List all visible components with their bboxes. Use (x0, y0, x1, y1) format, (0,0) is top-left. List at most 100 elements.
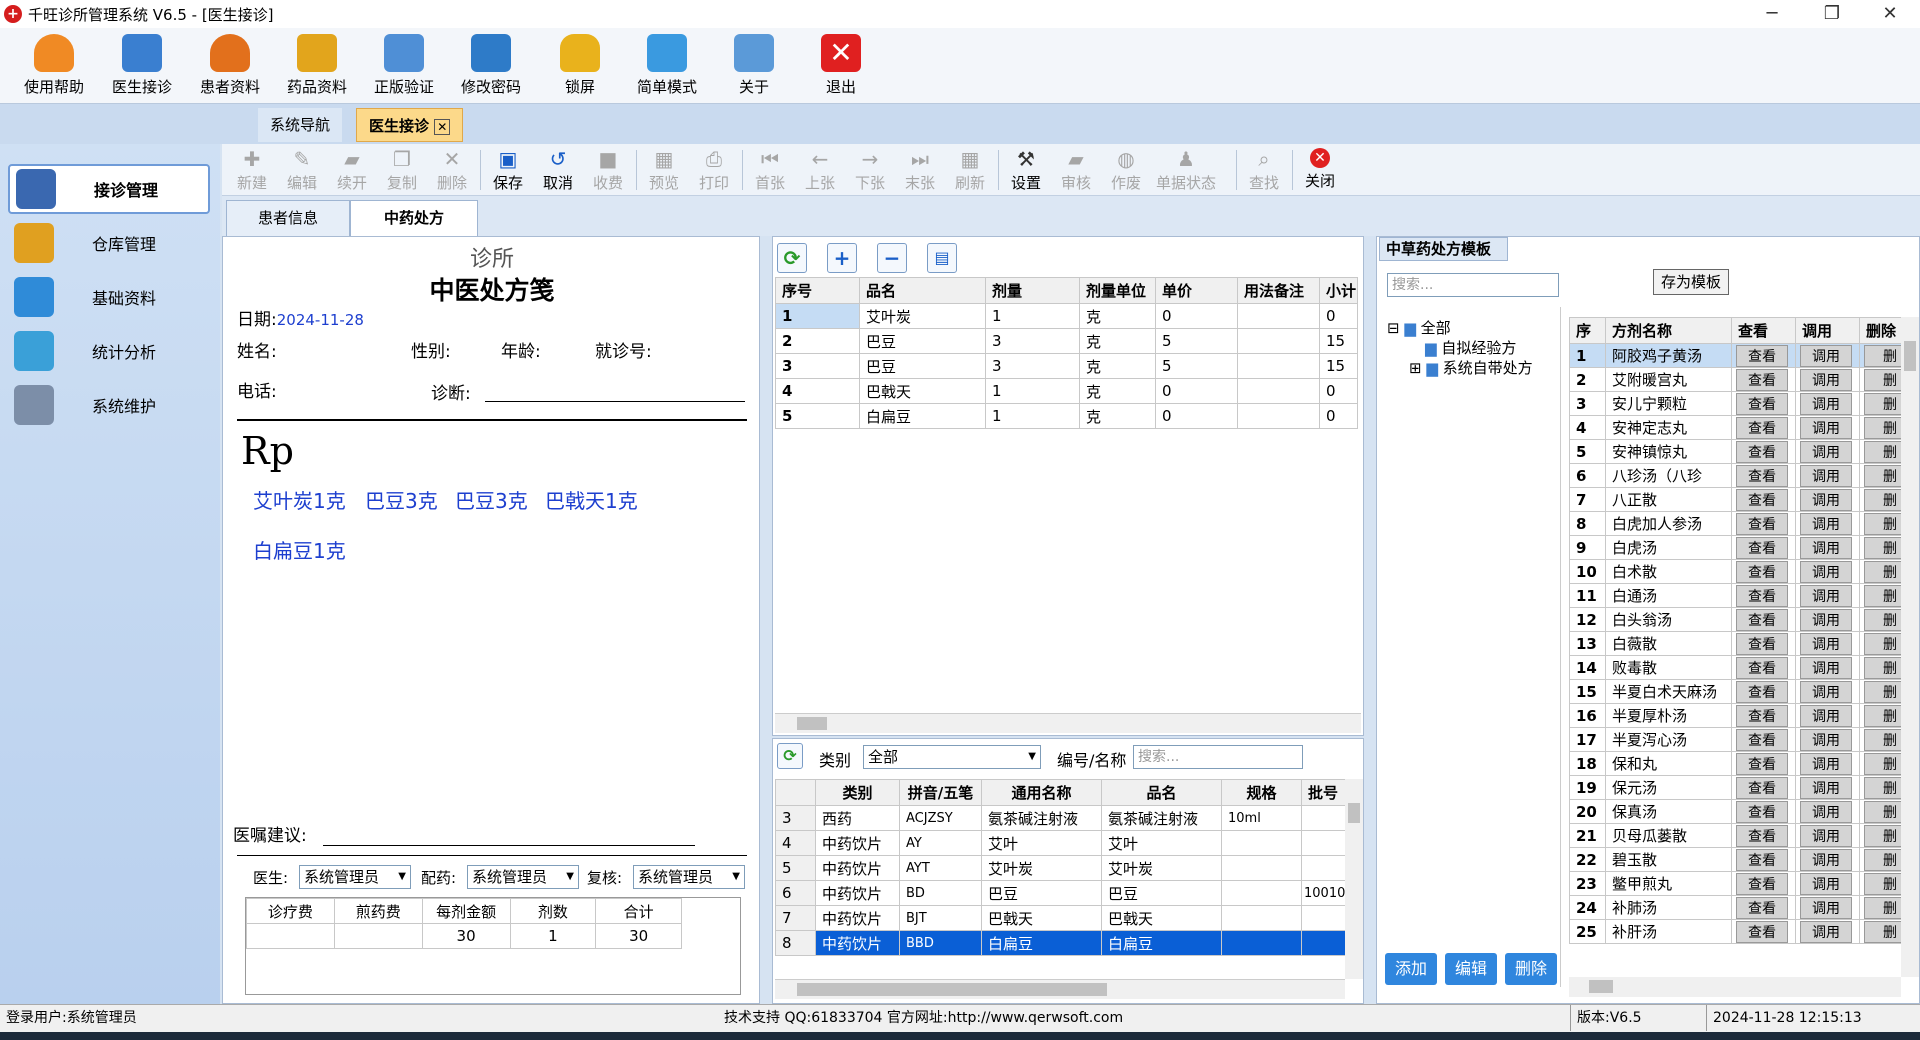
table-row[interactable]: 24 补肺汤 查看 调用删 (1569, 895, 1917, 920)
cell[interactable]: 艾叶炭 (859, 303, 986, 329)
view-button[interactable]: 查看 (1736, 536, 1788, 559)
col-header[interactable]: 序号 (775, 277, 860, 304)
table-row[interactable]: 6 八珍汤（八珍 查看 调用删 (1569, 463, 1917, 488)
preview-button[interactable]: ▦ 预览 (642, 148, 686, 193)
nav-maintenance[interactable]: 系统维护 (8, 380, 210, 430)
cell[interactable]: 鳖甲煎丸 (1605, 871, 1732, 896)
call-button[interactable]: 调用 (1800, 728, 1852, 751)
view-button[interactable]: 查看 (1736, 464, 1788, 487)
table-row[interactable]: 25 补肝汤 查看 调用删 (1569, 919, 1917, 944)
last-button[interactable]: ⏭ 末张 (898, 148, 942, 193)
view-button[interactable]: 查看 (1736, 776, 1788, 799)
refresh-drugs-icon[interactable]: ⟳ (777, 743, 803, 769)
cell[interactable]: 八珍汤（八珍 (1605, 463, 1732, 488)
close-button[interactable]: ✕ 关闭 (1298, 148, 1342, 191)
save-template-button[interactable]: 存为模板 (1653, 269, 1729, 295)
cell[interactable] (1301, 805, 1348, 831)
cell[interactable]: 克 (1079, 328, 1156, 354)
view-button[interactable]: 查看 (1736, 584, 1788, 607)
cell[interactable]: 0 (1155, 303, 1238, 329)
table-row[interactable]: 10 白术散 查看 调用删 (1569, 559, 1917, 584)
cell[interactable]: 巴戟天 (981, 905, 1102, 931)
tab-doctor-visit[interactable]: 医生接诊 ✕ (356, 108, 464, 142)
cell[interactable] (1237, 378, 1320, 404)
col-header[interactable]: 类别 (815, 779, 900, 806)
cell[interactable]: 保元汤 (1605, 775, 1732, 800)
row-number[interactable]: 16 (1569, 703, 1606, 728)
table-row[interactable]: 7 中药饮片 BJT 巴戟天 巴戟天 (775, 905, 1348, 931)
exit-button[interactable]: ✕ 退出 (801, 34, 881, 97)
row-number[interactable]: 4 (1569, 415, 1606, 440)
call-button[interactable]: 调用 (1800, 488, 1852, 511)
view-button[interactable]: 查看 (1736, 896, 1788, 919)
table-row[interactable]: 2 艾附暖宫丸 查看 调用删 (1569, 367, 1917, 392)
table-row[interactable]: 5 中药饮片 AYT 艾叶炭 艾叶炭 (775, 855, 1348, 881)
next-button[interactable]: → 下张 (848, 148, 892, 193)
cell[interactable]: 白扁豆 (1101, 930, 1222, 956)
cell[interactable]: BBD (899, 930, 982, 956)
cell[interactable]: 3 (985, 328, 1080, 354)
print-button[interactable]: ⎙ 打印 (692, 148, 736, 193)
row-number[interactable]: 18 (1569, 751, 1606, 776)
cell[interactable]: 3 (985, 353, 1080, 379)
scroll-thumb[interactable] (1904, 341, 1916, 371)
cell[interactable]: BJT (899, 905, 982, 931)
close-tab-icon[interactable]: ✕ (434, 119, 451, 135)
row-number[interactable]: 23 (1569, 871, 1606, 896)
col-header[interactable]: 序 (1569, 317, 1606, 344)
cell[interactable]: 克 (1079, 303, 1156, 329)
charge-button[interactable]: ■ 收费 (586, 148, 630, 193)
cell[interactable]: 中药饮片 (815, 880, 900, 906)
view-button[interactable]: 查看 (1736, 368, 1788, 391)
new-button[interactable]: ✚ 新建 (230, 148, 274, 193)
cell[interactable]: 4 (775, 378, 860, 404)
table-row[interactable]: 9 白虎汤 查看 调用删 (1569, 535, 1917, 560)
cell[interactable]: 白通汤 (1605, 583, 1732, 608)
cell[interactable]: 巴豆 (859, 353, 986, 379)
add-item-icon[interactable]: + (827, 243, 857, 273)
table-row[interactable]: 7 八正散 查看 调用删 (1569, 487, 1917, 512)
tab-tcm-prescription[interactable]: 中药处方 (350, 200, 478, 236)
category-select[interactable]: 全部 (863, 745, 1041, 769)
cell[interactable]: 1 (985, 378, 1080, 404)
cell[interactable] (1237, 328, 1320, 354)
col-header[interactable]: 剂量 (985, 277, 1080, 304)
cell[interactable]: 克 (1079, 403, 1156, 429)
cell[interactable]: 中药饮片 (815, 930, 900, 956)
table-row[interactable]: 5 安神镇惊丸 查看 调用删 (1569, 439, 1917, 464)
row-number[interactable]: 25 (1569, 919, 1606, 944)
cell[interactable]: 八正散 (1605, 487, 1732, 512)
view-button[interactable]: 查看 (1736, 632, 1788, 655)
cell[interactable]: 艾附暖宫丸 (1605, 367, 1732, 392)
review-button[interactable]: ▰ 审核 (1054, 148, 1098, 193)
cell[interactable]: 安神定志丸 (1605, 415, 1732, 440)
row-number[interactable]: 6 (1569, 463, 1606, 488)
row-number[interactable]: 5 (1569, 439, 1606, 464)
void-button[interactable]: ◍ 作废 (1104, 148, 1148, 193)
table-row[interactable]: 23 鳖甲煎丸 查看 调用删 (1569, 871, 1917, 896)
table-row[interactable]: 17 半夏泻心汤 查看 调用删 (1569, 727, 1917, 752)
view-button[interactable]: 查看 (1736, 872, 1788, 895)
call-button[interactable]: 调用 (1800, 848, 1852, 871)
cell[interactable]: ACJZSY (899, 805, 982, 831)
calculator-icon[interactable]: ▤ (927, 243, 957, 273)
first-button[interactable]: ⏮ 首张 (748, 148, 792, 193)
row-number[interactable]: 14 (1569, 655, 1606, 680)
cell[interactable]: 15 (1319, 328, 1358, 354)
view-button[interactable]: 查看 (1736, 440, 1788, 463)
cell[interactable]: 白扁豆 (981, 930, 1102, 956)
cell[interactable]: 中药饮片 (815, 905, 900, 931)
close-window-button[interactable]: ✕ (1862, 0, 1918, 28)
doc-status-button[interactable]: ♟ 单据状态 (1154, 148, 1218, 193)
call-button[interactable]: 调用 (1800, 584, 1852, 607)
table-row[interactable]: 14 败毒散 查看 调用删 (1569, 655, 1917, 680)
cell[interactable]: AYT (899, 855, 982, 881)
table-row[interactable]: 8 白虎加人参汤 查看 调用删 (1569, 511, 1917, 536)
dispense-select[interactable]: 系统管理员 (467, 865, 579, 889)
cell[interactable]: 中药饮片 (815, 830, 900, 856)
cell[interactable] (1301, 855, 1348, 881)
cell[interactable]: 15 (1319, 353, 1358, 379)
doctor-select[interactable]: 系统管理员 (299, 865, 411, 889)
call-button[interactable]: 调用 (1800, 368, 1852, 391)
call-button[interactable]: 调用 (1800, 536, 1852, 559)
